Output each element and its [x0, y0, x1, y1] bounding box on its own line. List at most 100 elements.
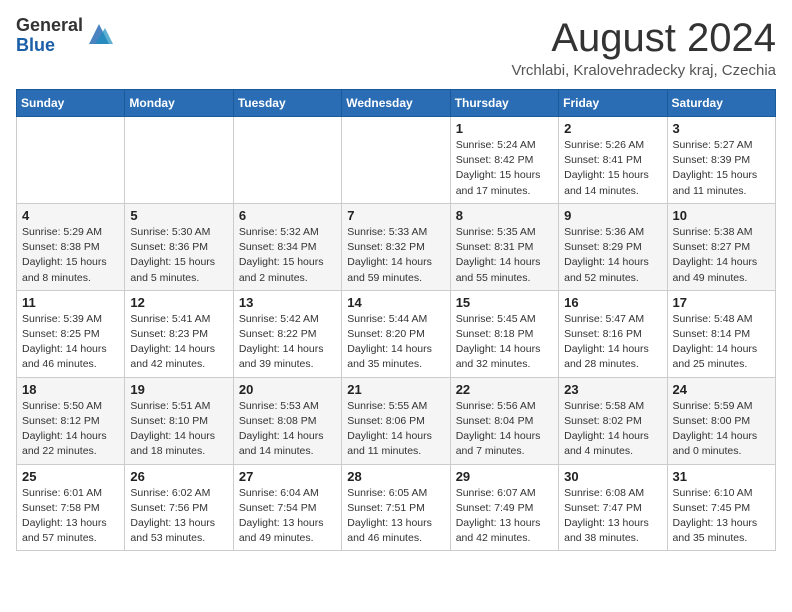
calendar-cell: 20 Sunrise: 5:53 AMSunset: 8:08 PMDayligh… — [233, 377, 341, 464]
calendar-week-row: 18 Sunrise: 5:50 AMSunset: 8:12 PMDayligh… — [17, 377, 776, 464]
day-number: 29 — [456, 469, 553, 484]
calendar-cell: 19 Sunrise: 5:51 AMSunset: 8:10 PMDayligh… — [125, 377, 233, 464]
day-info: Sunrise: 5:41 AMSunset: 8:23 PMDaylight:… — [130, 312, 227, 373]
day-number: 22 — [456, 382, 553, 397]
day-number: 6 — [239, 208, 336, 223]
page-header: General Blue August 2024 Vrchlabi, Kralo… — [16, 16, 776, 79]
calendar-cell: 14 Sunrise: 5:44 AMSunset: 8:20 PMDayligh… — [342, 290, 450, 377]
weekday-header: Friday — [559, 90, 667, 117]
weekday-header: Thursday — [450, 90, 558, 117]
calendar-cell — [125, 117, 233, 204]
calendar-cell: 30 Sunrise: 6:08 AMSunset: 7:47 PMDayligh… — [559, 464, 667, 551]
day-info: Sunrise: 5:55 AMSunset: 8:06 PMDaylight:… — [347, 399, 444, 460]
day-number: 15 — [456, 295, 553, 310]
logo-icon — [85, 20, 113, 48]
calendar-cell: 31 Sunrise: 6:10 AMSunset: 7:45 PMDayligh… — [667, 464, 775, 551]
calendar-cell: 10Sunrise: 5:38 AMSunset: 8:27 PMDayligh… — [667, 203, 775, 290]
calendar-cell: 23Sunrise: 5:58 AMSunset: 8:02 PMDayligh… — [559, 377, 667, 464]
day-info: Sunrise: 5:39 AMSunset: 8:25 PMDaylight:… — [22, 312, 119, 373]
day-info: Sunrise: 5:58 AMSunset: 8:02 PMDaylight:… — [564, 399, 661, 460]
day-number: 5 — [130, 208, 227, 223]
day-number: 2 — [564, 121, 661, 136]
calendar-cell: 4Sunrise: 5:29 AMSunset: 8:38 PMDaylight… — [17, 203, 125, 290]
logo-blue: Blue — [16, 36, 83, 56]
day-info: Sunrise: 5:36 AMSunset: 8:29 PMDaylight:… — [564, 225, 661, 286]
day-number: 13 — [239, 295, 336, 310]
day-number: 12 — [130, 295, 227, 310]
calendar-cell: 25 Sunrise: 6:01 AMSunset: 7:58 PMDayligh… — [17, 464, 125, 551]
calendar-cell: 6 Sunrise: 5:32 AMSunset: 8:34 PMDaylight… — [233, 203, 341, 290]
calendar-cell: 28Sunrise: 6:05 AMSunset: 7:51 PMDayligh… — [342, 464, 450, 551]
day-info: Sunrise: 6:01 AMSunset: 7:58 PMDaylight:… — [22, 486, 119, 547]
day-info: Sunrise: 5:50 AMSunset: 8:12 PMDaylight:… — [22, 399, 119, 460]
day-number: 11 — [22, 295, 119, 310]
calendar-cell: 17Sunrise: 5:48 AMSunset: 8:14 PMDayligh… — [667, 290, 775, 377]
day-number: 20 — [239, 382, 336, 397]
day-info: Sunrise: 5:44 AMSunset: 8:20 PMDaylight:… — [347, 312, 444, 373]
calendar-cell — [233, 117, 341, 204]
day-number: 26 — [130, 469, 227, 484]
day-info: Sunrise: 6:10 AMSunset: 7:45 PMDaylight:… — [673, 486, 770, 547]
weekday-header: Monday — [125, 90, 233, 117]
calendar-cell: 13 Sunrise: 5:42 AMSunset: 8:22 PMDayligh… — [233, 290, 341, 377]
weekday-header: Wednesday — [342, 90, 450, 117]
calendar-cell — [342, 117, 450, 204]
calendar-cell: 16Sunrise: 5:47 AMSunset: 8:16 PMDayligh… — [559, 290, 667, 377]
day-number: 7 — [347, 208, 444, 223]
weekday-header: Sunday — [17, 90, 125, 117]
calendar-cell: 7Sunrise: 5:33 AMSunset: 8:32 PMDaylight… — [342, 203, 450, 290]
day-info: Sunrise: 5:32 AMSunset: 8:34 PMDaylight:… — [239, 225, 336, 286]
calendar-cell: 15Sunrise: 5:45 AMSunset: 8:18 PMDayligh… — [450, 290, 558, 377]
calendar-header-row: SundayMondayTuesdayWednesdayThursdayFrid… — [17, 90, 776, 117]
day-info: Sunrise: 6:08 AMSunset: 7:47 PMDaylight:… — [564, 486, 661, 547]
weekday-header: Tuesday — [233, 90, 341, 117]
day-number: 31 — [673, 469, 770, 484]
calendar-cell: 26 Sunrise: 6:02 AMSunset: 7:56 PMDayligh… — [125, 464, 233, 551]
day-info: Sunrise: 5:59 AMSunset: 8:00 PMDaylight:… — [673, 399, 770, 460]
weekday-header: Saturday — [667, 90, 775, 117]
day-number: 24 — [673, 382, 770, 397]
day-info: Sunrise: 5:30 AMSunset: 8:36 PMDaylight:… — [130, 225, 227, 286]
day-info: Sunrise: 6:07 AMSunset: 7:49 PMDaylight:… — [456, 486, 553, 547]
calendar-cell: 18 Sunrise: 5:50 AMSunset: 8:12 PMDayligh… — [17, 377, 125, 464]
day-number: 21 — [347, 382, 444, 397]
day-info: Sunrise: 5:29 AMSunset: 8:38 PMDaylight:… — [22, 225, 119, 286]
calendar-cell: 8Sunrise: 5:35 AMSunset: 8:31 PMDaylight… — [450, 203, 558, 290]
calendar-cell: 24 Sunrise: 5:59 AMSunset: 8:00 PMDayligh… — [667, 377, 775, 464]
day-number: 25 — [22, 469, 119, 484]
day-number: 19 — [130, 382, 227, 397]
day-info: Sunrise: 5:56 AMSunset: 8:04 PMDaylight:… — [456, 399, 553, 460]
day-number: 14 — [347, 295, 444, 310]
location: Vrchlabi, Kralovehradecky kraj, Czechia — [511, 62, 776, 79]
calendar-cell — [17, 117, 125, 204]
calendar-cell: 3Sunrise: 5:27 AMSunset: 8:39 PMDaylight… — [667, 117, 775, 204]
calendar-cell: 12 Sunrise: 5:41 AMSunset: 8:23 PMDayligh… — [125, 290, 233, 377]
day-number: 27 — [239, 469, 336, 484]
logo-general: General — [16, 16, 83, 36]
day-number: 18 — [22, 382, 119, 397]
calendar-week-row: 25 Sunrise: 6:01 AMSunset: 7:58 PMDayligh… — [17, 464, 776, 551]
day-number: 1 — [456, 121, 553, 136]
day-number: 16 — [564, 295, 661, 310]
day-info: Sunrise: 5:42 AMSunset: 8:22 PMDaylight:… — [239, 312, 336, 373]
day-number: 9 — [564, 208, 661, 223]
title-section: August 2024 Vrchlabi, Kralovehradecky kr… — [511, 16, 776, 79]
calendar-table: SundayMondayTuesdayWednesdayThursdayFrid… — [16, 89, 776, 551]
day-info: Sunrise: 5:53 AMSunset: 8:08 PMDaylight:… — [239, 399, 336, 460]
day-info: Sunrise: 5:35 AMSunset: 8:31 PMDaylight:… — [456, 225, 553, 286]
calendar-week-row: 11 Sunrise: 5:39 AMSunset: 8:25 PMDayligh… — [17, 290, 776, 377]
day-info: Sunrise: 6:05 AMSunset: 7:51 PMDaylight:… — [347, 486, 444, 547]
calendar-cell: 21 Sunrise: 5:55 AMSunset: 8:06 PMDayligh… — [342, 377, 450, 464]
calendar-cell: 27Sunrise: 6:04 AMSunset: 7:54 PMDayligh… — [233, 464, 341, 551]
calendar-cell: 5 Sunrise: 5:30 AMSunset: 8:36 PMDaylight… — [125, 203, 233, 290]
day-info: Sunrise: 5:26 AMSunset: 8:41 PMDaylight:… — [564, 138, 661, 199]
calendar-week-row: 1Sunrise: 5:24 AMSunset: 8:42 PMDaylight… — [17, 117, 776, 204]
calendar-cell: 29 Sunrise: 6:07 AMSunset: 7:49 PMDayligh… — [450, 464, 558, 551]
calendar-cell: 2 Sunrise: 5:26 AMSunset: 8:41 PMDaylight… — [559, 117, 667, 204]
logo: General Blue — [16, 16, 113, 56]
day-number: 3 — [673, 121, 770, 136]
day-info: Sunrise: 6:02 AMSunset: 7:56 PMDaylight:… — [130, 486, 227, 547]
day-number: 30 — [564, 469, 661, 484]
month-title: August 2024 — [511, 16, 776, 60]
day-info: Sunrise: 5:51 AMSunset: 8:10 PMDaylight:… — [130, 399, 227, 460]
